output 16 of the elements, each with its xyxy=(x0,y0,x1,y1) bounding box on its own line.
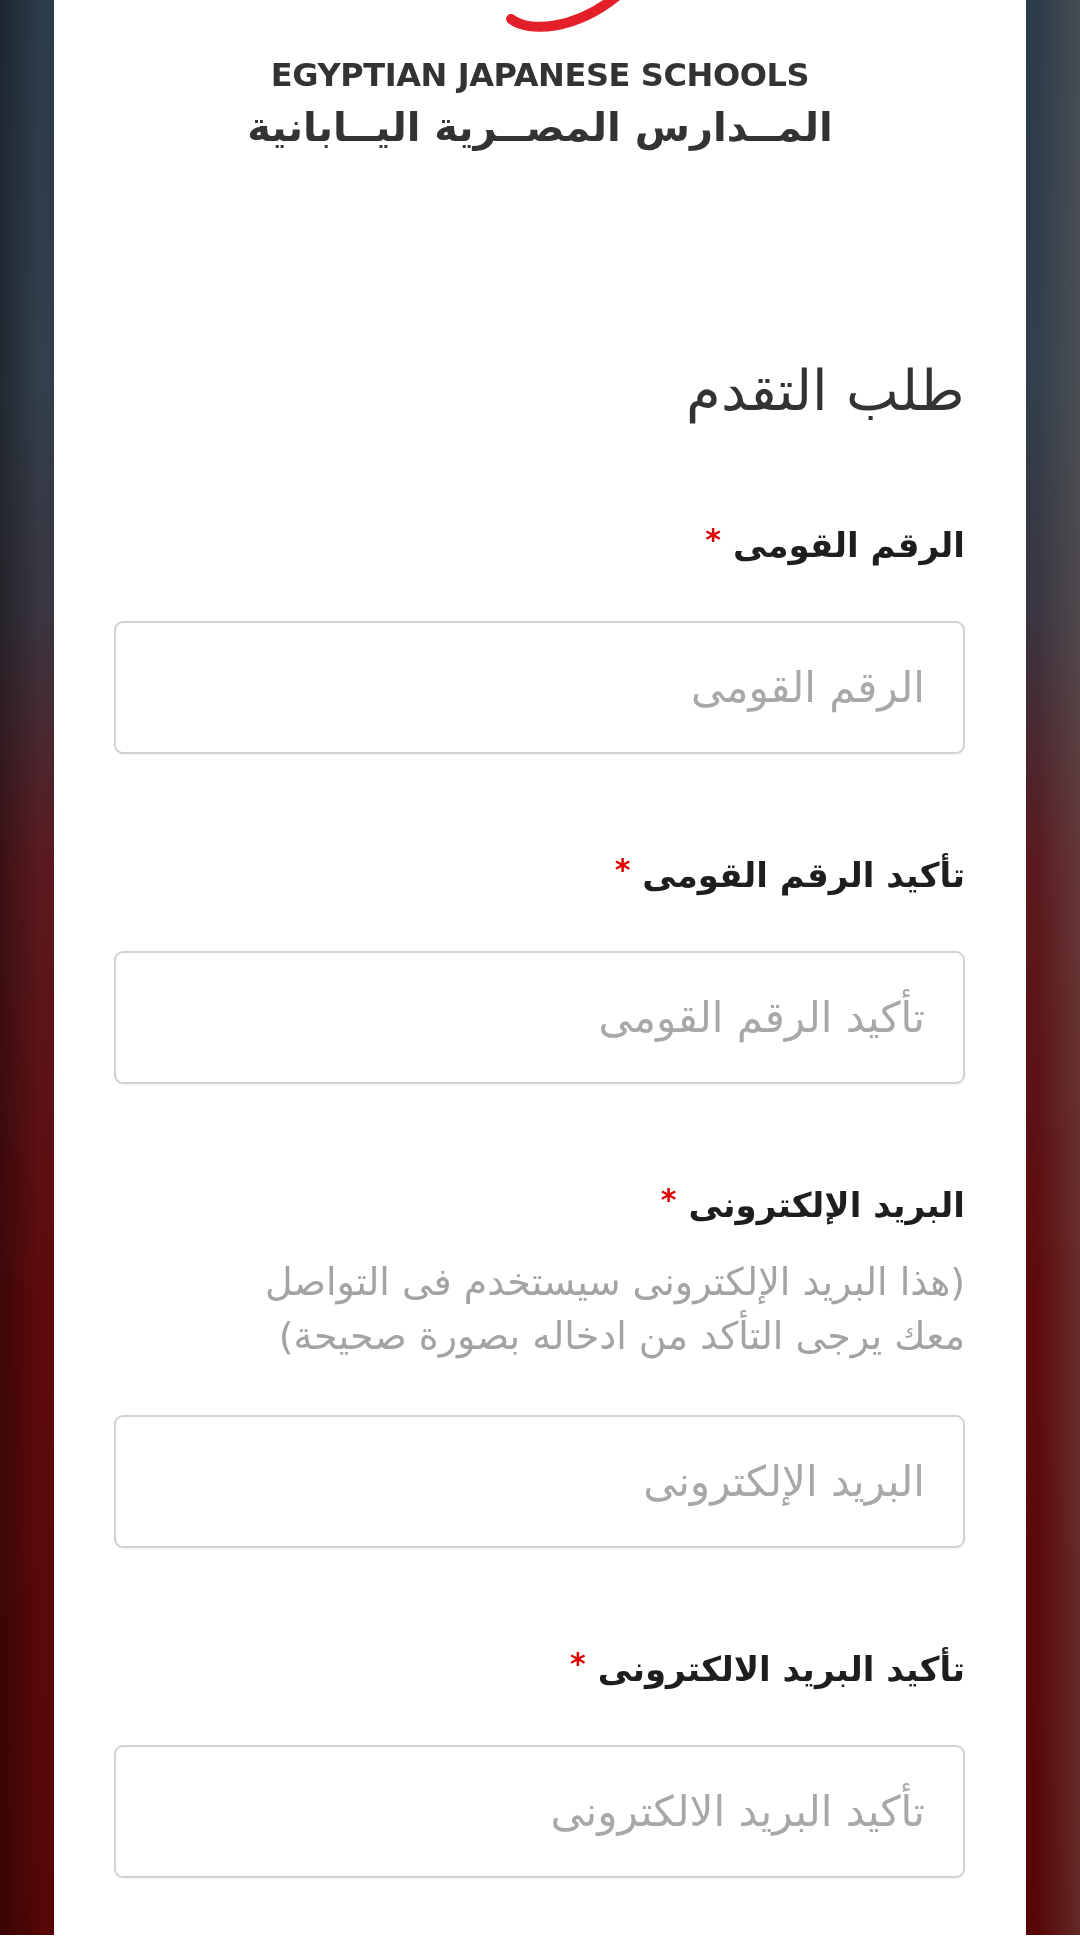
input-field[interactable]: الرقم القومى xyxy=(114,621,965,754)
logo-title: EGYPTIAN JAPANESE SCHOOLS xyxy=(270,55,810,96)
input-field[interactable]: تأكيد البريد الالكترونى xyxy=(114,1745,965,1878)
field-label: تأكيد البريد الالكترونى xyxy=(597,1646,965,1692)
required-asterisk: * xyxy=(660,1185,677,1215)
required-asterisk: * xyxy=(614,855,631,885)
field-label: تأكيد الرقم القومى xyxy=(642,852,965,898)
field-label: الرقم القومى xyxy=(733,524,965,568)
form-title: طلب التقدم xyxy=(685,357,965,426)
input-field[interactable]: البريد الإلكترونى xyxy=(114,1415,965,1548)
input-field[interactable]: تأكيد الرقم القومى xyxy=(114,951,965,1084)
logo-subtitle: المــدارس المصــرية اليــابانية xyxy=(247,103,833,153)
field-label: البريد الإلكترونى xyxy=(688,1184,965,1228)
required-asterisk: * xyxy=(705,525,721,555)
field-hint: (هذا البريد الإلكترونى سيستخدم فى التواصل معك يرجى التأكد من ادخاله بصورة صحيحة) xyxy=(263,1259,965,1361)
required-asterisk: * xyxy=(570,1649,586,1679)
